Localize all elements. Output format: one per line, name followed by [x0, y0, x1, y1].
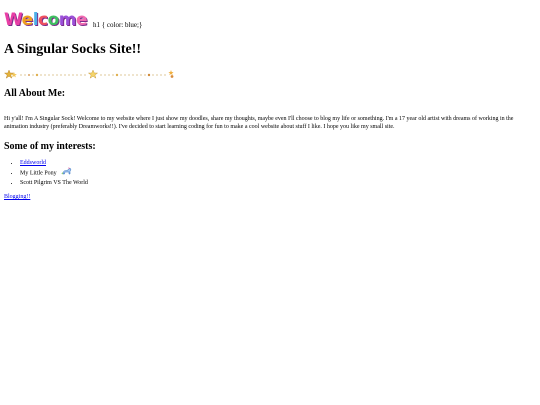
welcome-letter: W: [4, 10, 22, 30]
list-item: Eddsworld: [20, 159, 536, 167]
interest-label: My Little Pony: [20, 170, 57, 177]
about-heading: All About Me:: [4, 88, 66, 99]
welcome-letter: e: [21, 10, 34, 30]
about-paragraph: Hi y'all! I'm A Singular Sock! Welcome t…: [4, 116, 514, 130]
welcome-letter: m: [58, 10, 77, 30]
pony-icon: [61, 167, 73, 179]
welcome-letter: c: [38, 10, 48, 30]
welcome-letter: e: [76, 10, 88, 30]
interest-label: Scott Pilgrim VS The World: [20, 180, 88, 186]
page-title: A Singular Socks Site!!: [4, 42, 142, 57]
eddsworld-link[interactable]: Eddsworld: [20, 160, 46, 166]
welcome-letter: o: [47, 10, 60, 30]
welcome-row: Welcome h1 { color: blue;}: [4, 6, 536, 30]
blogging-link[interactable]: Blogging!!: [4, 193, 536, 201]
interests-list: Eddsworld My Little Pony Scott Pilgrim V…: [4, 159, 536, 187]
star-divider-image: [4, 69, 174, 79]
welcome-logo-image: Welcome: [4, 10, 88, 30]
star-divider-icon: [4, 69, 536, 79]
interests-heading: Some of my interests:: [4, 141, 96, 152]
list-item: My Little Pony: [20, 167, 536, 179]
list-item: Scott Pilgrim VS The World: [20, 179, 536, 187]
css-leak-text: h1 { color: blue;}: [93, 21, 143, 29]
page-content: Welcome h1 { color: blue;} A Singular So…: [4, 6, 536, 201]
